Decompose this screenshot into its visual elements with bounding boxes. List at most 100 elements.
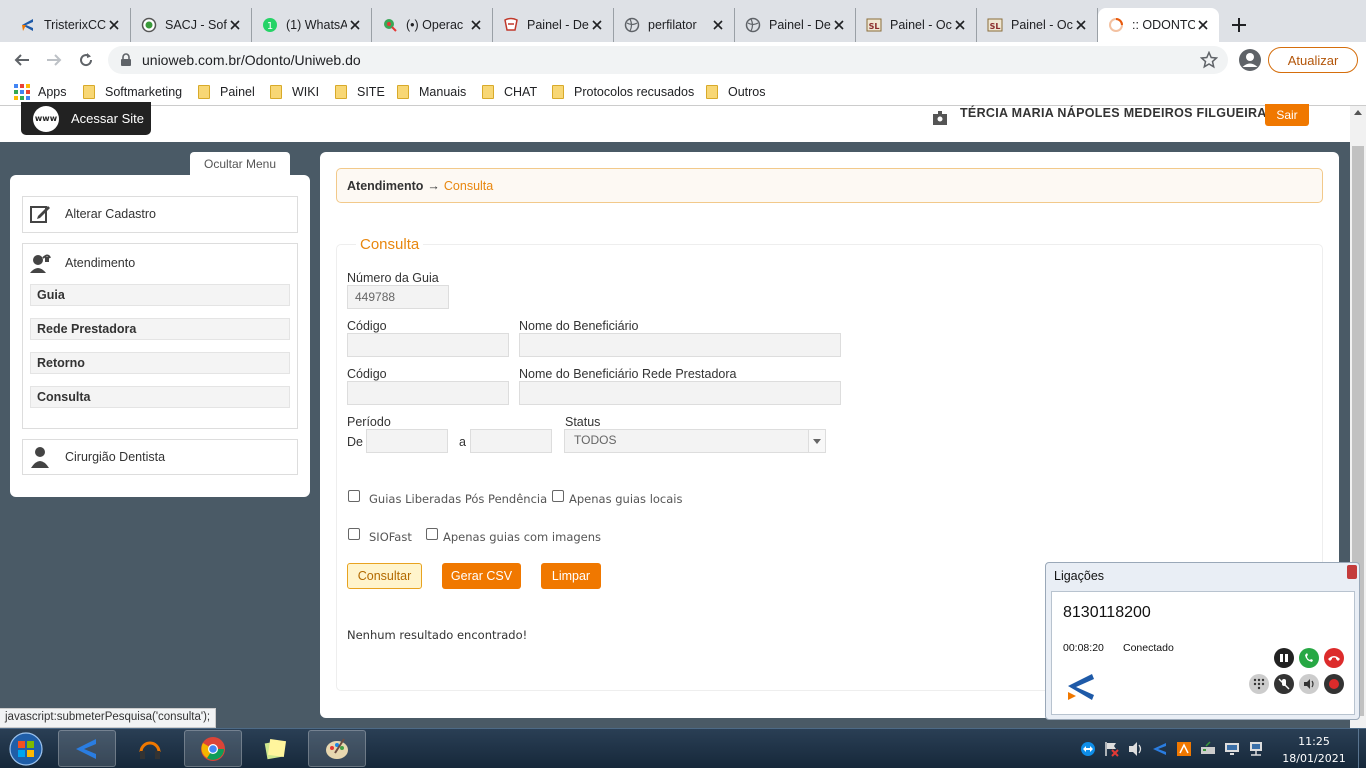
codigo-rede-input[interactable] [347,381,509,405]
forward-button[interactable] [40,46,68,74]
sidebar-item-consulta[interactable]: Consulta [30,386,290,408]
star-icon[interactable] [1200,51,1218,69]
tab-odonto[interactable]: :: ODONTO [1098,8,1219,42]
monitor-tray-icon[interactable] [1224,741,1240,757]
periodo-ate-input[interactable] [470,429,552,453]
logout-button[interactable]: Sair [1265,104,1309,126]
sidebar-item-alterar-cadastro[interactable]: Alterar Cadastro [22,196,298,233]
checkbox-com-imagens[interactable] [426,528,438,540]
consultar-button[interactable]: Consultar [347,563,422,589]
loading-icon [1108,17,1124,33]
close-icon[interactable] [347,17,363,33]
arrow-left-icon [14,54,29,66]
checkbox-siofast[interactable] [348,528,360,540]
tristerix-tray-icon[interactable] [1152,741,1168,757]
sidebar-item-atendimento[interactable]: Atendimento [23,244,297,282]
close-icon[interactable] [589,17,605,33]
pause-call-button[interactable] [1274,648,1294,668]
periodo-de-input[interactable] [366,429,448,453]
update-button[interactable]: Atualizar [1268,47,1358,73]
close-icon[interactable] [831,17,847,33]
network-tray-icon[interactable] [1248,741,1264,757]
app-tray-icon[interactable] [1176,741,1192,757]
tab-perfilator[interactable]: perfilator [614,8,735,42]
sl-icon: SL [866,17,882,33]
scroll-up-icon[interactable] [1354,110,1362,115]
call-panel-close-button[interactable] [1347,565,1357,579]
bookmark-painel[interactable]: Painel [198,83,255,101]
tab-tristerix[interactable]: TristerixCC [10,8,131,42]
bookmark-protocolos[interactable]: Protocolos recusados [552,83,694,101]
bookmark-apps[interactable]: Apps [14,83,67,101]
record-button[interactable] [1324,674,1344,694]
checkbox-apenas-locais[interactable] [552,490,564,502]
close-icon[interactable] [1195,17,1211,33]
tab-sacj[interactable]: SACJ - Soft [131,8,252,42]
keypad-button[interactable] [1249,674,1269,694]
tab-painel-4[interactable]: SL Painel - Oc [977,8,1098,42]
bookmark-outros[interactable]: Outros [706,83,766,101]
hangup-button[interactable] [1324,648,1344,668]
tab-painel-2[interactable]: Painel - De [735,8,856,42]
mute-button[interactable] [1274,674,1294,694]
close-icon[interactable] [1073,17,1089,33]
close-icon[interactable] [468,17,484,33]
taskbar-sticky-notes[interactable] [246,730,304,767]
tab-title: Painel - Oc [1011,18,1073,32]
globe-icon [624,17,640,33]
tab-painel-3[interactable]: SL Painel - Oc [856,8,977,42]
hide-menu-button[interactable]: Ocultar Menu [190,152,290,176]
profile-icon[interactable] [1238,48,1262,72]
volume-button[interactable] [1299,674,1319,694]
status-select[interactable]: TODOS [564,429,826,453]
sidebar-item-retorno[interactable]: Retorno [30,352,290,374]
taskbar-headset-app[interactable] [121,730,179,767]
tab-painel-1[interactable]: Painel - De [493,8,614,42]
codigo-rede-label: Código [347,367,387,381]
close-icon[interactable] [952,17,968,33]
new-tab-button[interactable] [1227,13,1251,37]
nome-beneficiario-input[interactable] [519,333,841,357]
tab-title: Painel - De [769,18,831,32]
sidebar-item-cirurgiao-dentista[interactable]: Cirurgião Dentista [22,439,298,475]
sidebar-item-guia[interactable]: Guia [30,284,290,306]
reload-button[interactable] [72,46,100,74]
sidebar: Alterar Cadastro Atendimento Guia Rede P… [10,175,310,497]
svg-text:SL: SL [869,22,880,31]
bookmark-manuais[interactable]: Manuais [397,83,466,101]
teamviewer-tray-icon[interactable] [1080,741,1096,757]
gerar-csv-button[interactable]: Gerar CSV [442,563,521,589]
codigo-input[interactable] [347,333,509,357]
system-clock[interactable]: 11:25 18/01/2021 [1276,733,1352,767]
checkbox-guias-liberadas[interactable] [348,490,360,502]
network-device-tray-icon[interactable] [1200,741,1216,757]
back-button[interactable] [8,46,36,74]
taskbar-paint[interactable] [308,730,366,767]
bookmark-wiki[interactable]: WIKI [270,83,319,101]
bookmark-chat[interactable]: CHAT [482,83,537,101]
taskbar-chrome[interactable] [184,730,242,767]
sticky-notes-icon [264,738,287,759]
bookmark-softmarketing[interactable]: Softmarketing [83,83,182,101]
close-icon[interactable] [227,17,243,33]
browser-toolbar: unioweb.com.br/Odonto/Uniweb.do Atualiza… [0,42,1366,78]
show-desktop-button[interactable] [1358,729,1366,768]
taskbar-tristerix[interactable] [58,730,116,767]
status-label: Status [565,415,601,429]
nome-beneficiario-rede-input[interactable] [519,381,841,405]
start-button[interactable] [4,730,48,768]
flag-tray-icon[interactable] [1103,741,1119,757]
address-bar[interactable]: unioweb.com.br/Odonto/Uniweb.do [108,46,1228,74]
bookmark-site[interactable]: SITE [335,83,385,101]
transfer-call-button[interactable] [1299,648,1319,668]
acessar-site-button[interactable]: www Acessar Site [21,102,151,135]
tab-whatsapp[interactable]: 1 (1) WhatsA [252,8,372,42]
tab-operacao[interactable]: (•) Operac [372,8,493,42]
close-icon[interactable] [106,17,122,33]
limpar-button[interactable]: Limpar [541,563,601,589]
numero-guia-input[interactable] [347,285,449,309]
sidebar-item-rede-prestadora[interactable]: Rede Prestadora [30,318,290,340]
close-icon[interactable] [710,17,726,33]
volume-tray-icon[interactable] [1128,741,1144,757]
windows-taskbar: 11:25 18/01/2021 [0,728,1366,768]
